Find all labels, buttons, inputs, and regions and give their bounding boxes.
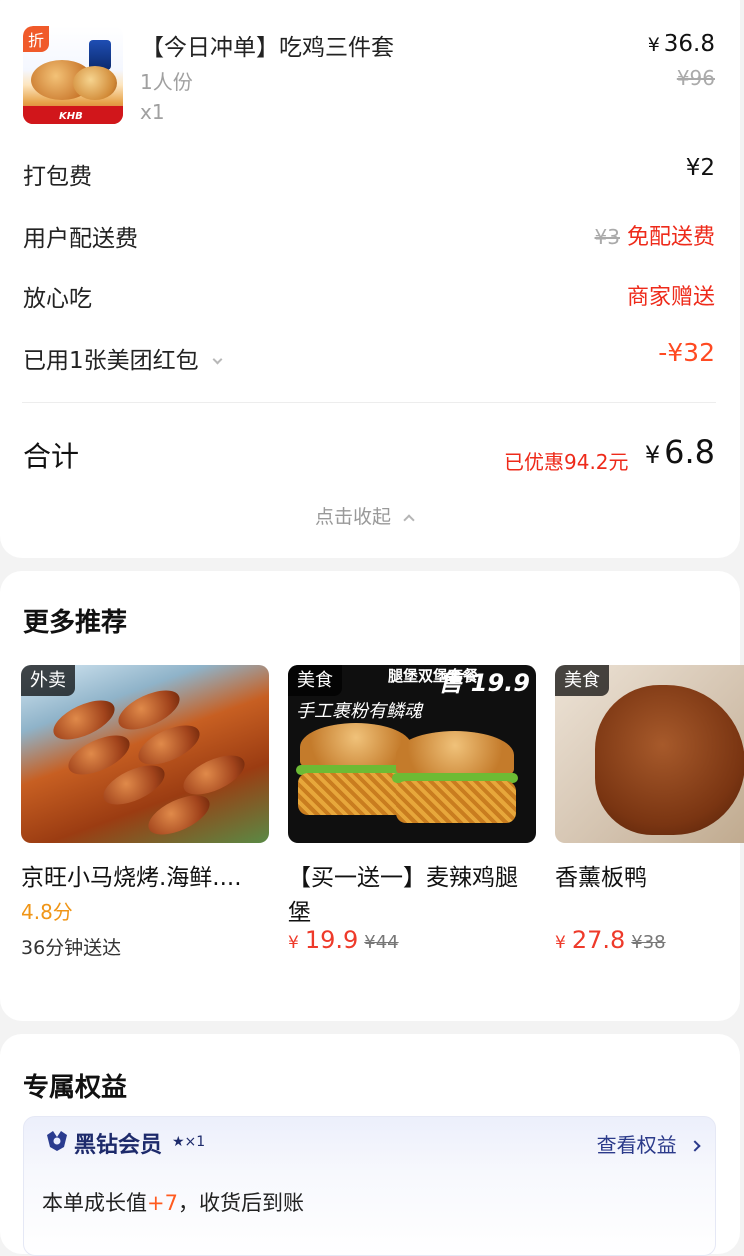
wing-graphic — [142, 787, 216, 843]
currency-symbol: ¥ — [555, 933, 566, 953]
packing-fee-value: ¥2 — [685, 155, 715, 181]
member-level: ★×1 — [172, 1134, 206, 1150]
rec-item-image-burger[interactable]: 腿堡双堡套餐 售 19.9 手工裹粉有鳞魂 美食 — [288, 665, 536, 843]
fried-chicken-graphic-2 — [73, 66, 117, 100]
view-benefits-label: 查看权益 — [596, 1133, 677, 1157]
product-price-value: 36.8 — [663, 31, 715, 57]
growth-prefix: 本单成长值 — [42, 1191, 147, 1215]
rec-item-price: ¥27.8 ¥38 — [555, 926, 666, 954]
benefits-section: 专属权益 黑钻会员 ★×1 查看权益 本单成长值+7，收货后到账 — [0, 1034, 740, 1256]
saved-amount: 已优惠94.2元 — [504, 450, 629, 474]
delivery-fee-old: ¥3 — [594, 225, 620, 249]
rec-item-image-bbq[interactable]: 外卖 — [21, 665, 269, 843]
packing-fee-label: 打包费 — [23, 164, 92, 190]
member-name: 黑钻会员 — [74, 1133, 163, 1158]
slogan-text: 手工裹粉有鳞魂 — [296, 701, 422, 722]
chevron-down-icon — [212, 354, 223, 365]
delivery-free-label: 免配送费 — [626, 225, 715, 250]
chevron-up-icon — [403, 514, 415, 526]
currency-symbol: ¥ — [644, 441, 661, 469]
currency-symbol: ¥ — [647, 34, 660, 56]
rec-item-rating: 4.8分 — [21, 900, 73, 924]
delivery-fee-label: 用户配送费 — [23, 226, 138, 252]
chevron-right-icon — [689, 1140, 701, 1152]
assured-label: 放心吃 — [23, 286, 92, 312]
wing-graphic — [177, 747, 251, 803]
product-name: 【今日冲单】吃鸡三件套 — [141, 35, 394, 61]
order-summary-card: KHB 折 【今日冲单】吃鸡三件套 1人份 x1 ¥36.8 ¥96 打包费 ¥… — [0, 0, 740, 558]
black-diamond-member-icon — [47, 1131, 67, 1151]
recommendation-section: 更多推荐 外卖 京旺小马烧烤.海鲜.... 4.8分 36分钟送达 腿堡双堡套餐… — [0, 571, 744, 1021]
rec-item-name-line2[interactable]: 堡 — [288, 893, 311, 927]
rec-item-old-price: ¥44 — [364, 932, 399, 953]
rec-item-eta: 36分钟送达 — [21, 937, 122, 959]
product-spec: 1人份 — [140, 70, 193, 94]
growth-suffix: ，收货后到账 — [177, 1191, 304, 1215]
patty-graphic — [396, 781, 516, 823]
currency-symbol: ¥ — [288, 933, 299, 953]
growth-value-text: 本单成长值+7，收货后到账 — [42, 1187, 304, 1217]
rec-item-name-line1[interactable]: 【买一送一】麦辣鸡腿 — [288, 858, 518, 892]
section-title: 专属权益 — [23, 1073, 128, 1103]
coupon-label: 已用1张美团红包 — [23, 348, 199, 374]
rec-item-name[interactable]: 京旺小马烧烤.海鲜.... — [21, 858, 242, 892]
section-title: 更多推荐 — [23, 608, 128, 638]
product-image[interactable]: KHB 折 — [23, 26, 123, 124]
collapse-label: 点击收起 — [315, 506, 392, 528]
rec-item-price: ¥19.9 ¥44 — [288, 926, 399, 954]
coupon-value: -¥32 — [658, 338, 715, 367]
view-benefits-link[interactable]: 查看权益 — [596, 1129, 701, 1158]
rec-item-price-value: 27.8 — [571, 926, 626, 954]
discount-badge: 折 — [23, 26, 49, 52]
total-amount: ¥6.8 — [645, 433, 715, 471]
growth-value: +7 — [147, 1191, 178, 1215]
bun-graphic — [396, 731, 514, 779]
rec-item-tag: 美食 — [555, 665, 609, 696]
product-price: ¥36.8 — [648, 31, 715, 57]
banner-price: 售 19.9 — [438, 669, 530, 697]
total-amount-value: 6.8 — [664, 433, 715, 471]
rec-item-price-value: 19.9 — [304, 926, 359, 954]
member-benefit-box: 黑钻会员 ★×1 查看权益 本单成长值+7，收货后到账 — [23, 1116, 716, 1256]
total-label: 合计 — [23, 440, 80, 473]
rec-item-tag: 外卖 — [21, 665, 75, 696]
rec-item-tag: 美食 — [288, 665, 342, 696]
coupon-selector[interactable]: 已用1张美团红包 — [23, 341, 223, 375]
duck-graphic — [595, 685, 744, 835]
rec-item-old-price: ¥38 — [631, 932, 666, 953]
rec-item-name[interactable]: 香薰板鸭 — [555, 858, 647, 892]
divider — [22, 402, 716, 403]
image-brand-text: KHB — [59, 111, 83, 122]
assured-value: 商家赠送 — [626, 285, 715, 310]
collapse-button[interactable]: 点击收起 — [315, 502, 415, 529]
delivery-fee-value: ¥3 免配送费 — [595, 219, 715, 251]
rec-item-image-duck[interactable]: 美食 — [555, 665, 744, 843]
product-quantity: x1 — [140, 100, 165, 124]
product-original-price: ¥96 — [676, 66, 715, 90]
